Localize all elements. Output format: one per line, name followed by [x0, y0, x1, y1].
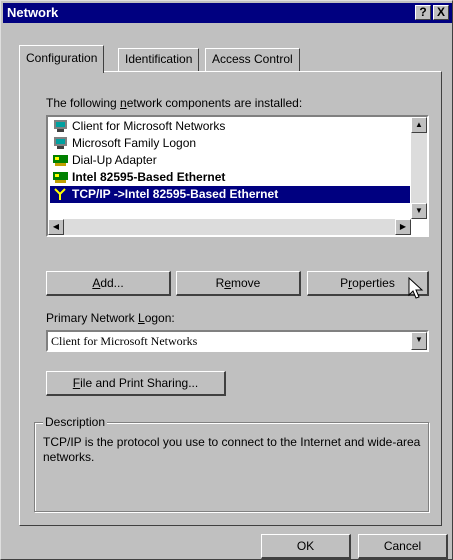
vertical-scrollbar[interactable]: ▲ ▼ — [411, 117, 427, 219]
arrow-left-icon: ◀ — [52, 222, 60, 231]
dropdown-button[interactable]: ▼ — [411, 332, 427, 350]
scroll-up-button[interactable]: ▲ — [411, 117, 427, 133]
protocol-icon — [54, 188, 66, 200]
list-item-label: Microsoft Family Logon — [72, 136, 197, 150]
horizontal-scrollbar[interactable]: ◀ ▶ — [48, 219, 411, 235]
add-button[interactable]: Add... — [46, 271, 171, 296]
list-item-label: TCP/IP ->Intel 82595-Based Ethernet — [72, 187, 279, 201]
list-item-intel-ethernet[interactable]: Intel 82595-Based Ethernet — [50, 169, 410, 186]
tab-access-control[interactable]: Access Control — [205, 48, 300, 71]
list-item-dial-up-adapter[interactable]: Dial-Up Adapter — [50, 152, 410, 169]
computer-icon — [54, 120, 67, 132]
tab-configuration[interactable]: Configuration — [19, 45, 105, 73]
scroll-left-button[interactable]: ◀ — [48, 219, 64, 235]
list-item-client-for-microsoft-networks[interactable]: Client for Microsoft Networks — [50, 118, 410, 135]
title-bar[interactable]: Network ? X — [3, 3, 452, 23]
list-item-microsoft-family-logon[interactable]: Microsoft Family Logon — [50, 135, 410, 152]
help-button[interactable]: ? — [415, 5, 431, 20]
scroll-right-button[interactable]: ▶ — [395, 219, 411, 235]
window-title: Network — [7, 5, 59, 20]
description-title: Description — [43, 415, 108, 429]
components-label: The following network components are ins… — [46, 96, 303, 110]
network-components-list[interactable]: Client for Microsoft Networks Microsoft … — [46, 115, 429, 237]
tab-configuration-label: Configuration — [26, 51, 98, 65]
primary-logon-select[interactable]: Client for Microsoft Networks ▼ — [46, 330, 429, 352]
close-button[interactable]: X — [433, 5, 449, 20]
close-icon: X — [436, 5, 445, 19]
chevron-down-icon: ▼ — [415, 335, 423, 344]
scroll-down-button[interactable]: ▼ — [411, 203, 427, 219]
ok-button[interactable]: OK — [261, 534, 351, 559]
help-icon: ? — [419, 5, 427, 19]
arrow-right-icon: ▶ — [399, 222, 407, 231]
arrow-up-icon: ▲ — [415, 120, 423, 129]
network-adapter-icon — [53, 155, 68, 166]
primary-logon-value: Client for Microsoft Networks — [51, 334, 198, 348]
description-text: TCP/IP is the protocol you use to connec… — [43, 435, 421, 464]
computer-icon — [54, 137, 67, 149]
tab-access-control-label: Access Control — [212, 52, 293, 66]
list-item-label: Intel 82595-Based Ethernet — [72, 170, 226, 184]
list-item-label: Dial-Up Adapter — [72, 153, 157, 167]
network-adapter-icon — [53, 172, 68, 183]
tab-identification-label: Identification — [125, 52, 193, 66]
primary-logon-label: Primary Network Logon: — [46, 311, 175, 325]
list-item-tcp-ip[interactable]: TCP/IP ->Intel 82595-Based Ethernet — [50, 186, 410, 203]
cancel-button[interactable]: Cancel — [358, 534, 448, 559]
network-dialog: Network ? X Configuration Identification… — [0, 0, 453, 560]
file-print-sharing-button[interactable]: File and Print Sharing... — [46, 371, 226, 396]
arrow-down-icon: ▼ — [415, 206, 423, 215]
cursor-icon — [408, 277, 424, 299]
tab-identification[interactable]: Identification — [118, 48, 200, 71]
remove-button[interactable]: Remove — [176, 271, 301, 296]
description-group: Description TCP/IP is the protocol you u… — [34, 415, 429, 512]
list-item-label: Client for Microsoft Networks — [72, 119, 226, 133]
